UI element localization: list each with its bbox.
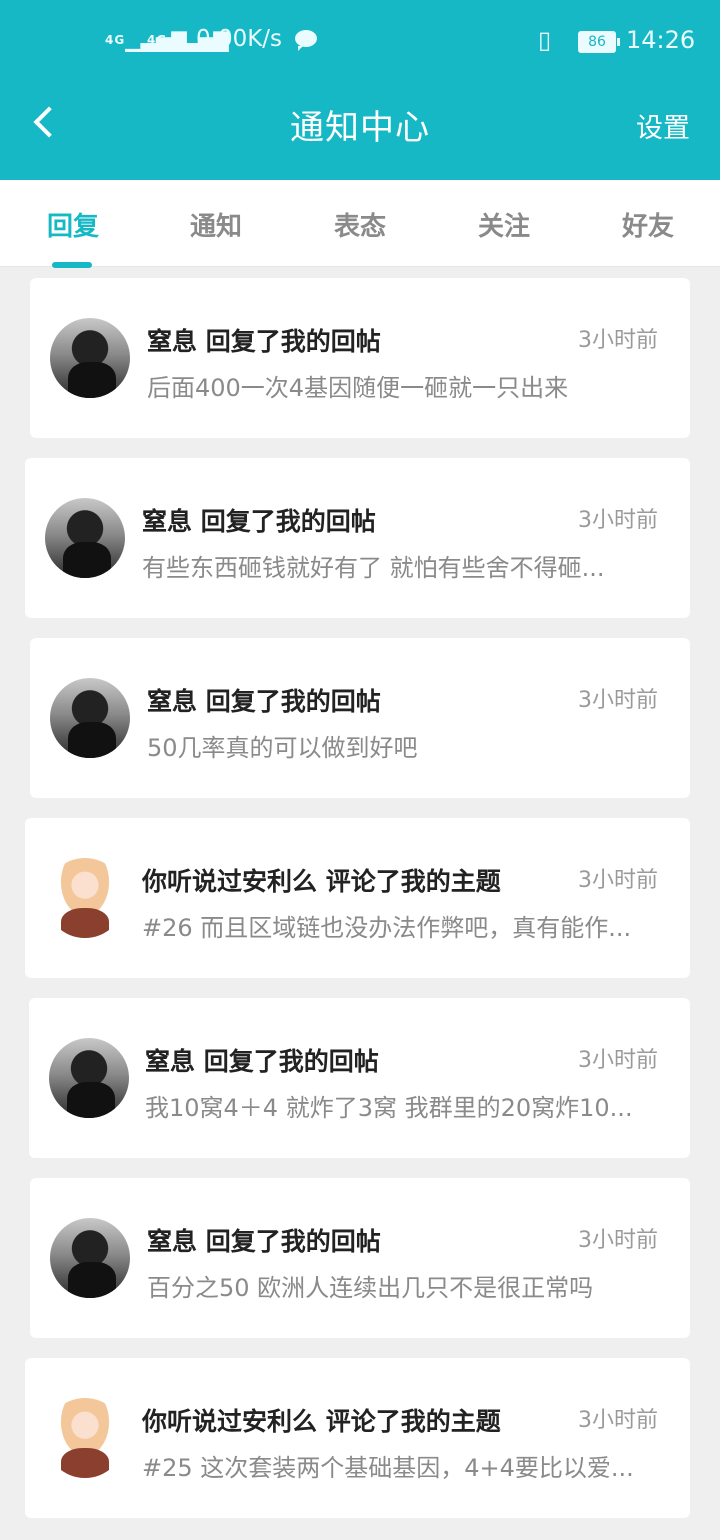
item-message: 有些东西砸钱就好有了 就怕有些舍不得砸...	[142, 554, 605, 582]
avatar[interactable]	[50, 678, 130, 758]
battery-icon: 86	[578, 31, 620, 53]
item-message: 50几率真的可以做到好吧	[147, 734, 418, 762]
item-message: #25 这次套装两个基础基因，4+4要比以爱...	[142, 1454, 634, 1482]
tab-indicator	[52, 262, 92, 268]
page-title: 通知中心	[290, 108, 430, 148]
item-message: 我10窝4＋4 就炸了3窝 我群里的20窝炸10...	[145, 1094, 633, 1122]
avatar[interactable]	[50, 318, 130, 398]
list-item[interactable]: 窒息 回复了我的回帖 3小时前 有些东西砸钱就好有了 就怕有些舍不得砸...	[25, 458, 690, 618]
item-time: 3小时前	[578, 1228, 658, 1253]
tab-bar: 回复 通知 表态 关注 好友	[0, 180, 720, 268]
tab-reaction[interactable]: 表态	[305, 206, 415, 243]
list-item[interactable]: 窒息 回复了我的回帖 3小时前 我10窝4＋4 就炸了3窝 我群里的20窝炸10…	[29, 998, 690, 1158]
tab-follow[interactable]: 关注	[449, 206, 559, 243]
tab-reply[interactable]: 回复	[18, 206, 128, 243]
network-speed: 0.00K/s	[196, 26, 283, 52]
item-title: 窒息 回复了我的回帖	[142, 507, 376, 536]
message-icon	[295, 30, 317, 51]
item-title: 窒息 回复了我的回帖	[147, 687, 381, 716]
avatar[interactable]	[45, 858, 125, 938]
avatar[interactable]	[49, 1038, 129, 1118]
vibrate-icon: ▯	[538, 26, 552, 54]
avatar[interactable]	[45, 498, 125, 578]
avatar[interactable]	[45, 1398, 125, 1478]
item-time: 3小时前	[578, 508, 658, 533]
tab-friends[interactable]: 好友	[593, 206, 703, 243]
tab-notice[interactable]: 通知	[161, 206, 271, 243]
list-item[interactable]: 窒息 回复了我的回帖 3小时前 百分之50 欧洲人连续出几只不是很正常吗	[30, 1178, 690, 1338]
top-bar: 4G▁▃▅▇ 4G▁▃▅▇ 0.00K/s ▯ 86 14:26 通知中心 设置	[0, 0, 720, 180]
item-time: 3小时前	[578, 328, 658, 353]
status-time: 14:26	[626, 26, 696, 54]
list-item[interactable]: 窒息 回复了我的回帖 3小时前 后面400一次4基因随便一砸就一只出来	[30, 278, 690, 438]
item-message: 百分之50 欧洲人连续出几只不是很正常吗	[147, 1274, 594, 1302]
item-time: 3小时前	[578, 688, 658, 713]
item-title: 你听说过安利么 评论了我的主题	[142, 867, 501, 896]
list-item[interactable]: 窒息 回复了我的回帖 3小时前 50几率真的可以做到好吧	[30, 638, 690, 798]
item-title: 你听说过安利么 评论了我的主题	[142, 1407, 501, 1436]
status-bar: 4G▁▃▅▇ 4G▁▃▅▇ 0.00K/s ▯ 86 14:26	[0, 0, 720, 84]
item-time: 3小时前	[578, 1048, 658, 1073]
item-time: 3小时前	[578, 868, 658, 893]
avatar[interactable]	[50, 1218, 130, 1298]
list-item[interactable]: 你听说过安利么 评论了我的主题 3小时前 #25 这次套装两个基础基因，4+4要…	[25, 1358, 690, 1518]
item-time: 3小时前	[578, 1408, 658, 1433]
item-message: #26 而且区域链也没办法作弊吧，真有能作...	[142, 914, 632, 942]
item-title: 窒息 回复了我的回帖	[145, 1047, 379, 1076]
settings-button[interactable]: 设置	[636, 106, 690, 145]
item-title: 窒息 回复了我的回帖	[147, 327, 381, 356]
list-item[interactable]: 你听说过安利么 评论了我的主题 3小时前 #26 而且区域链也没办法作弊吧，真有…	[25, 818, 690, 978]
item-message: 后面400一次4基因随便一砸就一只出来	[147, 374, 569, 402]
item-title: 窒息 回复了我的回帖	[147, 1227, 381, 1256]
